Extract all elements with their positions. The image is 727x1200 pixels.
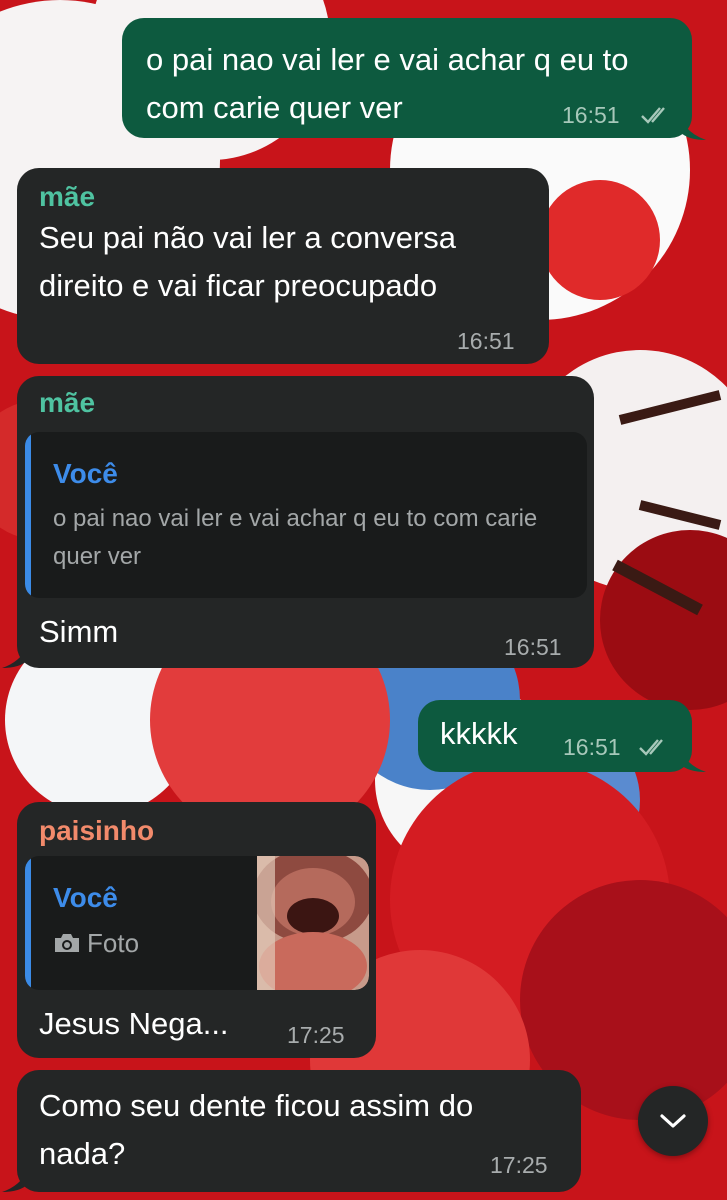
message-incoming[interactable]: paisinho Você Foto Jesus Nega... 17:25 [17,802,376,1058]
reply-quote[interactable]: Você o pai nao vai ler e vai achar q eu … [25,432,587,598]
chevron-down-icon [660,1114,686,1128]
sender-name: mãe [39,387,96,418]
message-text: Seu pai não vai ler a conversa direito e… [39,220,457,303]
message-outgoing[interactable]: o pai nao vai ler e vai achar q eu to co… [122,18,692,138]
quote-text: Foto [87,928,140,958]
message-text: kkkkk [440,716,518,751]
message-outgoing[interactable]: kkkkk 16:51 [418,700,692,772]
quote-author: Você [53,458,118,489]
message-time: 17:25 [287,1022,345,1048]
quote-accent-bar [25,432,31,598]
message-time: 16:51 [504,634,562,660]
read-receipt-icon [641,107,665,124]
message-text: Jesus Nega... [39,1006,229,1041]
bubble-tail [680,118,706,140]
camera-icon [55,934,79,952]
message-time: 16:51 [457,328,515,354]
bubble-tail [2,646,28,668]
bubble-tail [680,750,706,772]
message-text: Como seu dente ficou assim do nada? [39,1088,474,1171]
message-incoming[interactable]: mãe Seu pai não vai ler a conversa direi… [17,168,549,364]
sender-name: paisinho [39,815,155,846]
reply-quote[interactable]: Você Foto [25,856,369,990]
message-time: 17:25 [490,1152,548,1178]
quote-accent-bar [25,856,31,990]
message-incoming[interactable]: Como seu dente ficou assim do nada? 17:2… [17,1070,581,1192]
message-time: 16:51 [563,734,621,760]
read-receipt-icon [639,739,663,756]
photo-thumbnail[interactable] [257,856,369,990]
bubble-tail [2,1170,28,1192]
message-time: 16:51 [562,102,620,128]
sender-name: mãe [39,181,96,212]
quote-text: o pai nao vai ler e vai achar q eu to co… [53,505,538,570]
message-text: Simm [39,614,119,649]
message-incoming[interactable]: mãe Você o pai nao vai ler e vai achar q… [17,376,594,668]
scroll-to-bottom-button[interactable] [638,1086,708,1156]
quote-author: Você [53,882,118,913]
